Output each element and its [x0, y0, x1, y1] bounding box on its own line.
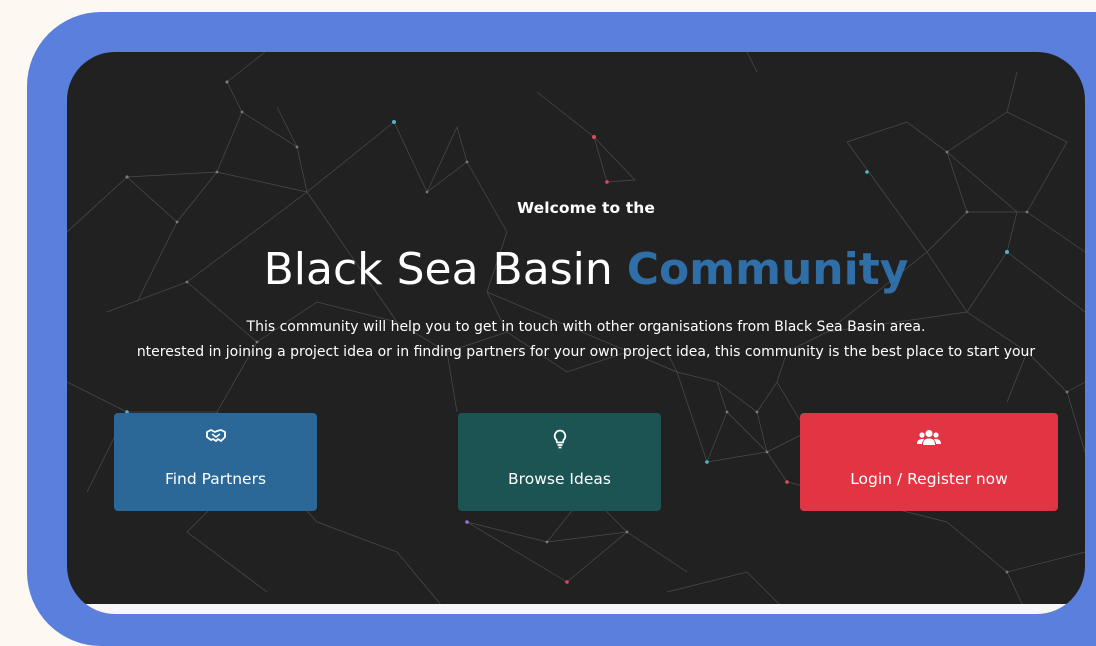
hero-screen: Welcome to the Black Sea Basin Community… [67, 52, 1085, 614]
title-main: Black Sea Basin [263, 244, 613, 295]
find-partners-button[interactable]: Find Partners [114, 413, 317, 511]
browse-ideas-label: Browse Ideas [508, 470, 611, 488]
login-register-button[interactable]: Login / Register now [800, 413, 1058, 511]
bottom-band [67, 604, 1085, 614]
find-partners-label: Find Partners [164, 470, 267, 488]
handshake-icon [114, 429, 317, 451]
description-line-2: nterested in joining a project idea or i… [136, 344, 1036, 360]
browse-ideas-button[interactable]: Browse Ideas [458, 413, 661, 511]
hero-content: Welcome to the Black Sea Basin Community… [67, 52, 1085, 614]
title-accent: Community [626, 244, 909, 295]
welcome-text: Welcome to the [516, 199, 656, 217]
description-line-1: This community will help you to get in t… [246, 319, 926, 335]
device-frame: Welcome to the Black Sea Basin Community… [27, 12, 1096, 646]
page-title: Black Sea Basin Community [67, 242, 1085, 298]
lightbulb-icon [458, 429, 661, 451]
users-icon [800, 429, 1058, 451]
login-register-label: Login / Register now [850, 470, 1008, 488]
